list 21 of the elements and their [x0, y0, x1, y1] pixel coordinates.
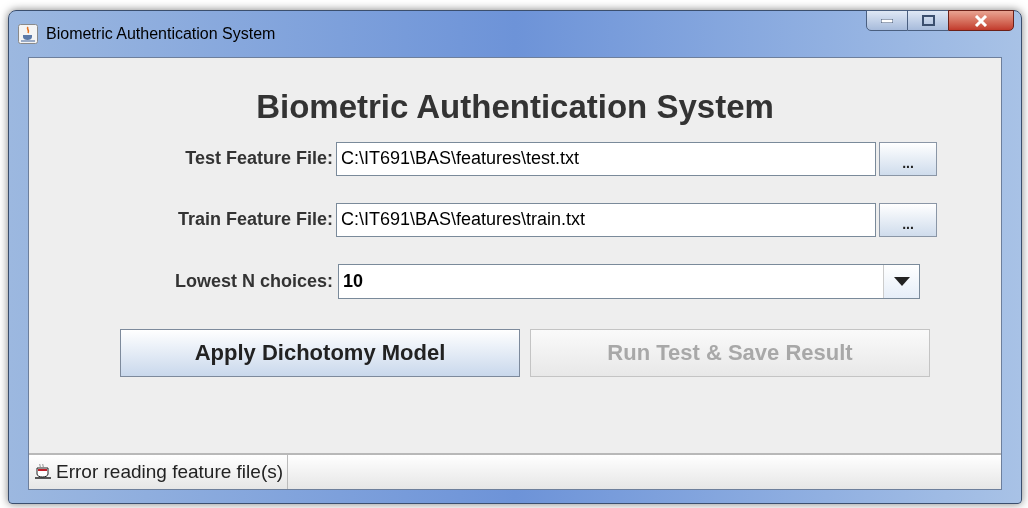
dropdown-arrow-icon	[893, 276, 910, 286]
minimize-button[interactable]	[866, 10, 908, 31]
window-title: Biometric Authentication System	[46, 24, 276, 44]
field-label: Train Feature File:	[176, 208, 334, 231]
action-button[interactable]: Apply Dichotomy Model	[120, 328, 520, 377]
field-label: Test Feature File:	[184, 147, 334, 170]
path-field[interactable]: C:\IT691\BAS\features\test.txt	[336, 141, 876, 176]
close-icon	[974, 14, 988, 27]
minimize-icon	[881, 18, 893, 23]
status-text: Error reading feature file(s)	[56, 455, 289, 489]
close-button[interactable]	[948, 10, 1014, 31]
dropdown[interactable]: 10	[338, 263, 920, 299]
field-label: Lowest N choices:	[173, 269, 334, 293]
path-field[interactable]: C:\IT691\BAS\features\train.txt	[336, 202, 876, 237]
browse-button[interactable]: ...	[879, 141, 937, 176]
coffee-cup-icon	[34, 463, 52, 481]
java-cup-icon	[18, 24, 38, 44]
heading: Biometric Authentication System	[255, 87, 775, 127]
maximize-icon	[921, 15, 935, 26]
maximize-button[interactable]	[908, 10, 948, 31]
browse-button[interactable]: ...	[879, 202, 937, 237]
